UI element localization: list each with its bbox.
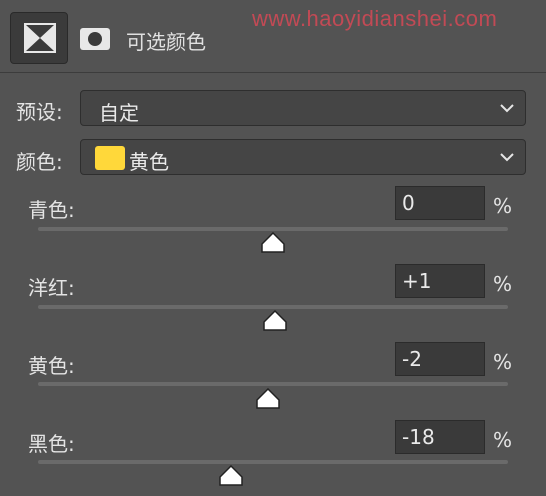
colors-value: 黄色 bbox=[129, 150, 169, 174]
watermark: www.haoyidianshei.com bbox=[252, 6, 498, 31]
preset-label: 预设: bbox=[16, 100, 63, 124]
chevron-down-icon bbox=[500, 104, 514, 113]
yellow-label: 黄色: bbox=[28, 354, 75, 378]
cyan-label: 青色: bbox=[28, 198, 75, 222]
black-slider-thumb[interactable] bbox=[218, 465, 244, 487]
black-slider-track[interactable] bbox=[38, 460, 508, 464]
layer-mask-circle-icon bbox=[80, 28, 110, 50]
black-label: 黑色: bbox=[28, 432, 75, 456]
magenta-percent-sign: % bbox=[493, 272, 513, 296]
yellow-slider-thumb[interactable] bbox=[255, 388, 281, 410]
colors-label: 颜色: bbox=[16, 150, 63, 174]
preset-dropdown[interactable]: 自定 bbox=[80, 90, 526, 126]
selective-color-panel: 可选颜色 www.haoyidianshei.com 预设: 自定 颜色: 黄色… bbox=[0, 0, 546, 496]
colors-dropdown[interactable]: 黄色 bbox=[80, 139, 526, 175]
black-value-input[interactable]: -18 bbox=[395, 420, 485, 454]
magenta-slider-track[interactable] bbox=[38, 305, 508, 309]
cyan-slider-thumb[interactable] bbox=[260, 232, 286, 254]
color-swatch bbox=[95, 146, 125, 170]
yellow-percent-sign: % bbox=[493, 350, 513, 374]
yellow-slider-track[interactable] bbox=[38, 382, 508, 386]
cyan-value-input[interactable]: 0 bbox=[395, 186, 485, 220]
yellow-value-input[interactable]: -2 bbox=[395, 342, 485, 376]
preset-value: 自定 bbox=[99, 101, 139, 125]
black-percent-sign: % bbox=[493, 428, 513, 452]
magenta-label: 洋红: bbox=[28, 276, 75, 300]
cyan-slider-track[interactable] bbox=[38, 227, 508, 231]
panel-header: 可选颜色 www.haoyidianshei.com bbox=[0, 0, 546, 73]
adjustment-mask-icon bbox=[24, 23, 56, 53]
magenta-slider-thumb[interactable] bbox=[262, 310, 288, 332]
layer-mask-circle-button[interactable] bbox=[80, 28, 110, 50]
panel-title: 可选颜色 bbox=[126, 30, 206, 54]
adjustment-mask-button[interactable] bbox=[10, 12, 68, 64]
cyan-percent-sign: % bbox=[493, 194, 513, 218]
magenta-value-input[interactable]: +1 bbox=[395, 264, 485, 298]
chevron-down-icon bbox=[500, 153, 514, 162]
